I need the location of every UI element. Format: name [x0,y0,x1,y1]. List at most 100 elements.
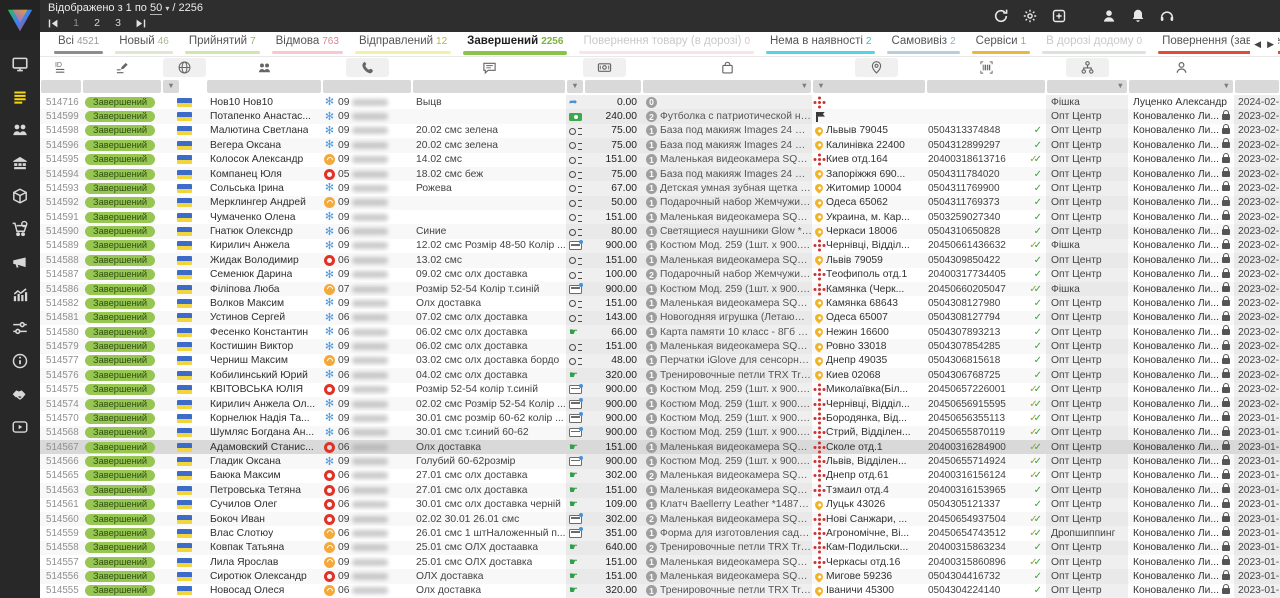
table-row[interactable]: 514579ЗавершенийКостишин Виктор✻0906.02 … [40,339,1280,353]
table-row[interactable]: 514596ЗавершенийВегера Оксана✻0920.02 см… [40,138,1280,152]
table-row[interactable]: 514576ЗавершенийКобилинський Юрий✻0604.0… [40,368,1280,382]
gear-icon[interactable] [1021,7,1039,25]
column-header-name[interactable] [206,57,322,77]
column-header-comment[interactable] [412,57,566,77]
filter-dropdown-funnel[interactable]: ▼ [1047,80,1127,93]
dashboard-icon[interactable] [9,54,31,74]
table-row[interactable]: 514560ЗавершенийБокоч Иван0902.02 30.01 … [40,512,1280,526]
tab-Завершений[interactable]: Завершений2256 [457,32,573,56]
tabs-scroll-right-icon[interactable]: ▶ [1267,39,1274,50]
table-row[interactable]: 514558ЗавершенийКовпак Татьяна0925.01 см… [40,541,1280,555]
tab-Повернення товару (в дорозі)[interactable]: Повернення товару (в дорозі)0 [573,32,760,56]
tab-Сервіси[interactable]: Сервіси1 [966,32,1037,56]
table-row[interactable]: 514716ЗавершенийНов10 Нов10✻09Выцв➦0.000… [40,95,1280,109]
column-header-manager[interactable] [1128,57,1234,77]
filter-dropdown-product[interactable]: ▼ [643,80,811,93]
marketplace-icon[interactable] [9,153,31,173]
tab-Самовивіз[interactable]: Самовивіз2 [881,32,965,56]
table-row[interactable]: 514581ЗавершенийУстинов Сергей✻0607.02 с… [40,311,1280,325]
column-header-date[interactable] [1234,57,1280,77]
tabs-scroll-left-icon[interactable]: ◀ [1254,39,1261,50]
table-row[interactable]: 514591ЗавершенийЧумаченко Олена✻09151.00… [40,210,1280,224]
tab-В дорозі додому[interactable]: В дорозі додому0 [1036,32,1152,56]
page-number-button[interactable]: 1 [72,17,80,29]
tab-Всі[interactable]: Всі4521 [48,32,109,56]
filter-dropdown-country[interactable]: ▼ [163,80,179,93]
tab-Відмова[interactable]: Відмова763 [266,32,349,56]
table-row[interactable]: 514599ЗавершенийПотапенко Анастас...✻092… [40,109,1280,123]
statistics-chart-icon[interactable] [9,285,31,305]
tab-Відправлений[interactable]: Відправлений12 [349,32,457,56]
table-row[interactable]: 514561ЗавершенийСучилов Олег0630.01 смс … [40,498,1280,512]
table-row[interactable]: 514563ЗавершенийПетровська Тетяна0627.01… [40,483,1280,497]
first-page-button[interactable] [48,18,59,29]
filter-input-id[interactable] [41,80,81,93]
filter-dropdown-money[interactable]: ▼ [567,80,583,93]
refresh-icon[interactable] [992,7,1010,25]
last-page-button[interactable] [135,18,146,29]
column-header-ttn[interactable] [926,57,1046,77]
tab-Нема в наявності[interactable]: Нема в наявності2 [760,32,881,56]
clients-icon[interactable] [9,120,31,140]
notifications-bell-icon[interactable] [1129,7,1147,25]
add-new-icon[interactable] [1050,7,1068,25]
table-row[interactable]: 514587ЗавершенийСеменюк Дарина✻0909.02 с… [40,268,1280,282]
page-number-button[interactable]: 3 [114,17,122,29]
support-headset-icon[interactable] [1158,7,1176,25]
table-row[interactable]: 514582ЗавершенийВолков Максим✻09Олх дост… [40,296,1280,310]
column-header-money[interactable] [566,57,642,77]
settings-sliders-icon[interactable] [9,318,31,338]
filter-input-location[interactable] [827,80,925,93]
info-icon[interactable] [9,351,31,371]
filter-input-name[interactable] [207,80,321,93]
filter-input-phone[interactable] [323,80,411,93]
table-row[interactable]: 514559ЗавершенийВлас Слотюу0626.01 смс 1… [40,526,1280,540]
tab-Новый[interactable]: Новый46 [109,32,179,56]
table-row[interactable]: 514588ЗавершенийЖидак Володимир0613.02 с… [40,253,1280,267]
table-row[interactable]: 514555ЗавершенийНовосад Олеся06Олх доста… [40,584,1280,598]
table-row[interactable]: 514557ЗавершенийЛила Ярослав0925.01 смс … [40,555,1280,569]
filter-input-comment[interactable] [413,80,565,93]
campaigns-megaphone-icon[interactable] [9,252,31,272]
column-header-phone[interactable] [322,57,412,77]
table-row[interactable]: 514598ЗавершенийМалютина Светлана✻0920.0… [40,124,1280,138]
filter-input-ttn[interactable] [927,80,1045,93]
chevron-down-icon[interactable]: ▾ [165,4,169,13]
column-header-id[interactable]: ID [40,57,82,77]
app-logo[interactable] [0,0,40,40]
table-row[interactable]: 514566ЗавершенийГладик Оксана✻09Голубий … [40,454,1280,468]
orders-list-icon[interactable] [9,87,31,107]
table-row[interactable]: 514589ЗавершенийКирилич Анжела✻0912.02 с… [40,239,1280,253]
table-row[interactable]: 514567ЗавершенийАдамовский Станис...06Ол… [40,440,1280,454]
filter-input-money[interactable] [585,80,641,93]
column-header-location[interactable] [826,57,926,77]
column-header-product[interactable] [642,57,812,77]
filter-input-date[interactable] [1235,80,1279,93]
column-header-funnel[interactable] [1046,57,1128,77]
table-row[interactable]: 514575ЗавершенийКВІТОВСЬКА ЮЛІЯ09Розмір … [40,383,1280,397]
table-row[interactable]: 514593ЗавершенийСольська Ірина✻09Рожева6… [40,181,1280,195]
partners-handshake-icon[interactable] [9,384,31,404]
table-row[interactable]: 514592ЗавершенийМерклингер Андрей0950.00… [40,196,1280,210]
page-number-button[interactable]: 2 [93,17,101,29]
table-row[interactable]: 514586ЗавершенийФіліпова Люба07Розмір 52… [40,282,1280,296]
page-size-dropdown[interactable]: 50 [150,2,162,15]
table-row[interactable]: 514574ЗавершенийКирилич Анжела Ол...✻090… [40,397,1280,411]
table-row[interactable]: 514570ЗавершенийКорнелюк Надія Та...✻093… [40,411,1280,425]
purchases-cart-icon[interactable] [9,219,31,239]
table-row[interactable]: 514556ЗавершенийСиротюк Олександр09ОЛХ д… [40,569,1280,583]
table-row[interactable]: 514565ЗавершенийБаюка Максим0627.01 смс … [40,469,1280,483]
products-icon[interactable] [9,186,31,206]
filter-dropdown-manager[interactable]: ▼ [1129,80,1233,93]
table-row[interactable]: 514568ЗавершенийШумляс Богдана Ан...✻063… [40,426,1280,440]
tab-Прийнятий[interactable]: Прийнятий7 [179,32,266,56]
table-row[interactable]: 514594ЗавершенийКомпанец Юля0518.02 смс … [40,167,1280,181]
table-row[interactable]: 514595ЗавершенийКолосок Александр0914.02… [40,153,1280,167]
column-header-country[interactable] [162,57,206,77]
video-tutorials-icon[interactable] [9,417,31,437]
user-profile-icon[interactable] [1100,7,1118,25]
table-row[interactable]: 514577ЗавершенийЧерниш Максим0903.02 смс… [40,354,1280,368]
table-row[interactable]: 514580ЗавершенийФесенко Константин✻0606.… [40,325,1280,339]
table-row[interactable]: 514590ЗавершенийГнатюк Олексндр✻06Синие8… [40,224,1280,238]
column-header-status[interactable] [82,57,162,77]
